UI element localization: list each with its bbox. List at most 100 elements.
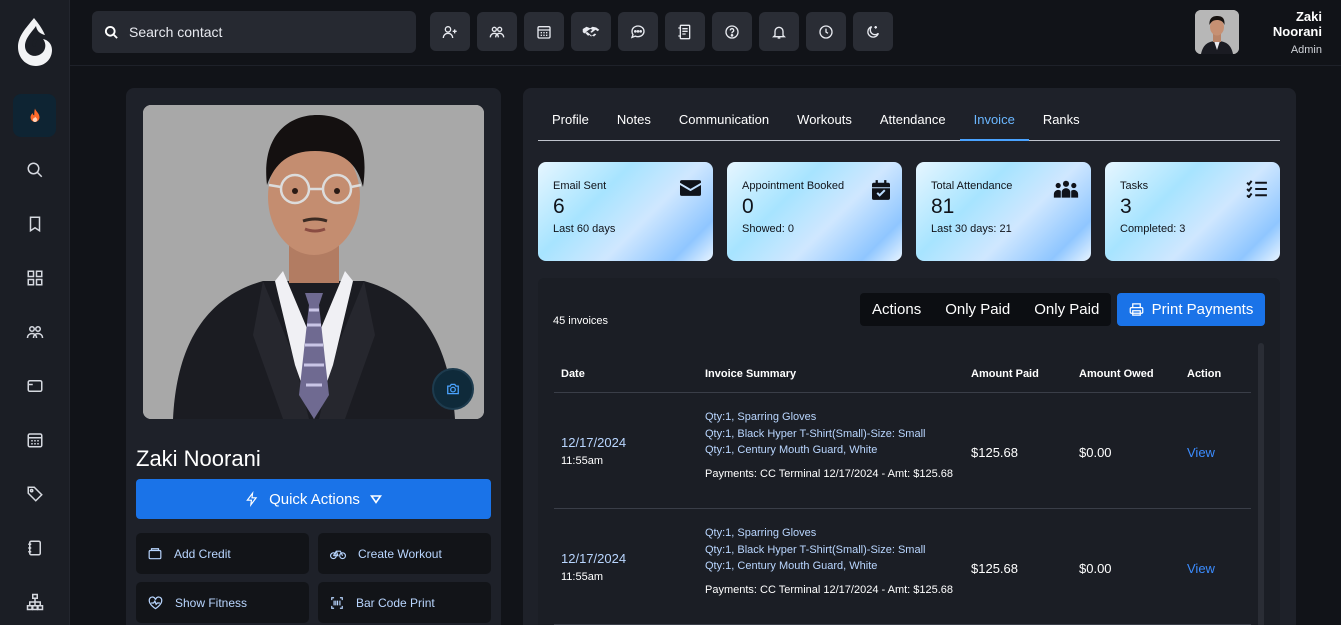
nav-hierarchy-icon[interactable]: [13, 580, 56, 623]
quick-actions-button[interactable]: Quick Actions: [136, 479, 491, 519]
header-date[interactable]: Date: [561, 368, 585, 380]
invoice-payment: Payments: CC Terminal 12/17/2024 - Amt: …: [705, 467, 954, 480]
tab-notes[interactable]: Notes: [603, 102, 665, 141]
tab-attendance[interactable]: Attendance: [866, 102, 960, 141]
filter-only-paid-button-2[interactable]: Only Paid: [1022, 293, 1111, 326]
invoice-item: Qty:1, Century Mouth Guard, White: [705, 444, 878, 456]
nav-bookmark-icon[interactable]: [13, 202, 56, 245]
nav-card-icon[interactable]: [13, 364, 56, 407]
bar-code-print-label: Bar Code Print: [356, 595, 435, 610]
users-icon: [489, 26, 505, 37]
members-button[interactable]: [477, 12, 517, 51]
user-name: Zaki Noorani: [1272, 8, 1322, 39]
profile-name: Zaki Noorani: [136, 446, 261, 471]
nav-users-icon[interactable]: [13, 310, 56, 353]
nav-tag-icon[interactable]: [13, 472, 56, 515]
print-payments-button[interactable]: Print Payments: [1117, 293, 1265, 326]
wallet-icon: [148, 547, 162, 559]
table-header: Date Invoice Summary Amount Paid Amount …: [554, 353, 1251, 393]
avatar: [1195, 10, 1239, 54]
calendar-button[interactable]: [524, 12, 564, 51]
stat-card-tasks: Tasks 3 Completed: 3: [1105, 162, 1280, 261]
invoice-date: 12/17/2024: [561, 435, 627, 450]
invoice-item: Qty:1, Black Hyper T-Shirt(Small)-Size: …: [705, 543, 926, 556]
invoice-time: 11:55am: [561, 455, 603, 467]
bell-icon: [772, 26, 786, 39]
tab-invoice[interactable]: Invoice: [959, 102, 1029, 141]
checklist-icon: [1246, 180, 1268, 198]
search-input[interactable]: [129, 24, 389, 40]
history-button[interactable]: [806, 12, 846, 51]
tab-bar: Profile Notes Communication Workouts Att…: [538, 102, 1280, 141]
stat-subtitle: Completed: 3: [1120, 223, 1186, 235]
create-workout-label: Create Workout: [358, 546, 442, 561]
invoice-count: 45 invoices: [553, 315, 609, 327]
amount-paid: $125.68: [971, 561, 1018, 576]
search-box[interactable]: [92, 11, 416, 53]
calendar-check-icon: [872, 180, 890, 200]
header-summary[interactable]: Invoice Summary: [705, 368, 796, 380]
sidebar: [0, 0, 70, 625]
invoice-summary: Qty:1, Sparring Gloves Qty:1, Black Hype…: [705, 409, 955, 482]
show-fitness-label: Show Fitness: [175, 595, 248, 610]
invoice-item: Qty:1, Sparring Gloves: [705, 527, 817, 539]
stat-subtitle: Last 60 days: [553, 223, 616, 235]
help-button[interactable]: [712, 12, 752, 51]
invoice-payment: Payments: CC Terminal 12/17/2024 - Amt: …: [705, 583, 954, 596]
moon-icon: [867, 25, 879, 38]
chat-icon: [630, 24, 645, 38]
heart-pulse-icon: [148, 595, 163, 609]
nav-calendar-icon[interactable]: [13, 418, 56, 461]
invoices-table: Date Invoice Summary Amount Paid Amount …: [554, 353, 1251, 625]
header-action: Action: [1187, 368, 1222, 380]
nav-search-icon[interactable]: [13, 148, 56, 191]
amount-paid: $125.68: [971, 445, 1018, 460]
amount-owed: $0.00: [1079, 445, 1112, 460]
notifications-button[interactable]: [759, 12, 799, 51]
nav-grid-icon[interactable]: [13, 256, 56, 299]
user-role: Admin: [1290, 43, 1322, 56]
filter-only-paid-button[interactable]: Only Paid: [933, 293, 1022, 326]
show-fitness-button[interactable]: Show Fitness: [136, 582, 309, 623]
table-scrollbar[interactable]: [1258, 343, 1264, 625]
table-row: 12/17/2024 11:55am Qty:1, Sparring Glove…: [554, 393, 1251, 509]
add-contact-button[interactable]: [430, 12, 470, 51]
invoice-item: Qty:1, Sparring Gloves: [705, 411, 817, 423]
stat-card-email-sent: Email Sent 6 Last 60 days: [538, 162, 713, 261]
tab-workouts[interactable]: Workouts: [783, 102, 866, 141]
chat-button[interactable]: [618, 12, 658, 51]
brand-logo-icon[interactable]: [12, 14, 56, 70]
profile-card: Zaki Noorani Quick Actions Add Credit Cr…: [126, 88, 501, 625]
camera-icon: [447, 383, 459, 395]
stat-title: Email Sent: [553, 180, 607, 192]
stat-value: 81: [931, 195, 955, 218]
invoice-time: 11:55am: [561, 571, 603, 583]
view-invoice-link[interactable]: View: [1187, 445, 1215, 460]
calendar-icon: [537, 25, 551, 39]
search-icon: [104, 25, 119, 40]
nav-notebook-icon[interactable]: [13, 526, 56, 569]
header-amount-owed[interactable]: Amount Owed: [1079, 368, 1154, 380]
header-amount-paid[interactable]: Amount Paid: [971, 368, 1039, 380]
nav-flame-icon[interactable]: [13, 94, 56, 137]
user-menu[interactable]: Zaki Noorani Admin: [1195, 8, 1322, 56]
add-credit-button[interactable]: Add Credit: [136, 533, 309, 574]
user-plus-icon: [442, 25, 457, 38]
handshake-button[interactable]: [571, 12, 611, 51]
bar-code-print-button[interactable]: Bar Code Print: [318, 582, 491, 623]
filter-actions-button[interactable]: Actions: [860, 293, 933, 326]
invoice-item: Qty:1, Century Mouth Guard, White: [705, 560, 878, 572]
create-workout-button[interactable]: Create Workout: [318, 533, 491, 574]
receipt-button[interactable]: [665, 12, 705, 51]
stat-value: 0: [742, 195, 754, 218]
table-row: 12/17/2024 11:55am Qty:1, Sparring Glove…: [554, 509, 1251, 625]
tab-profile[interactable]: Profile: [538, 102, 603, 141]
stat-value: 6: [553, 195, 565, 218]
theme-toggle-button[interactable]: [853, 12, 893, 51]
tab-ranks[interactable]: Ranks: [1029, 102, 1094, 141]
tab-communication[interactable]: Communication: [665, 102, 783, 141]
stat-title: Appointment Booked: [742, 180, 845, 192]
change-photo-button[interactable]: [432, 368, 474, 410]
invoice-date: 12/17/2024: [561, 551, 627, 566]
view-invoice-link[interactable]: View: [1187, 561, 1215, 576]
